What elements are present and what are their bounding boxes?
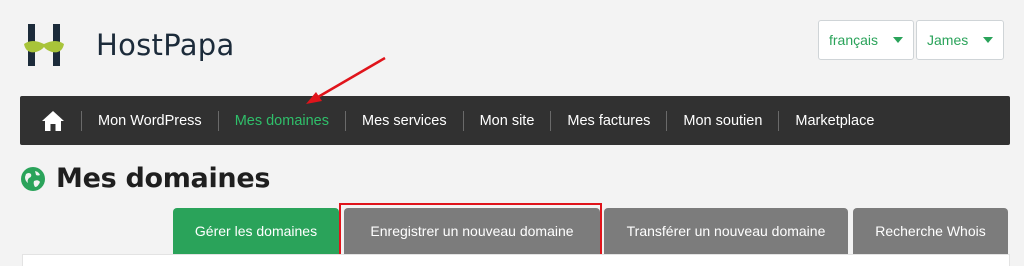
brand-name: HostPapa bbox=[96, 28, 235, 62]
tab-transfer-domain[interactable]: Transférer un nouveau domaine bbox=[604, 208, 848, 254]
chevron-down-icon bbox=[893, 37, 903, 43]
nav-item-mes-factures[interactable]: Mes factures bbox=[551, 113, 666, 129]
nav-item-mon-site[interactable]: Mon site bbox=[464, 113, 551, 129]
nav-item-marketplace[interactable]: Marketplace bbox=[779, 113, 890, 129]
chevron-down-icon bbox=[983, 37, 993, 43]
page-title: Mes domaines bbox=[20, 163, 270, 194]
tab-whois-search[interactable]: Recherche Whois bbox=[853, 208, 1008, 254]
page-heading: Mes domaines bbox=[56, 163, 271, 194]
home-icon[interactable] bbox=[40, 109, 66, 133]
tab-manage-domains[interactable]: Gérer les domaines bbox=[173, 208, 339, 254]
nav-item-mon-wordpress[interactable]: Mon WordPress bbox=[82, 113, 218, 129]
user-menu[interactable]: James bbox=[916, 20, 1004, 60]
nav-item-mon-soutien[interactable]: Mon soutien bbox=[667, 113, 778, 129]
hostpapa-logo[interactable]: HostPapa bbox=[22, 22, 235, 68]
user-name: James bbox=[927, 32, 969, 48]
tab-content-panel bbox=[22, 254, 1010, 266]
main-navbar: Mon WordPress Mes domaines Mes services … bbox=[20, 96, 1010, 145]
nav-item-mes-services[interactable]: Mes services bbox=[346, 113, 463, 129]
language-label: français bbox=[829, 32, 879, 48]
hostpapa-logo-icon bbox=[22, 22, 78, 68]
nav-item-mes-domaines[interactable]: Mes domaines bbox=[219, 113, 345, 129]
annotation-highlight-box bbox=[339, 203, 602, 259]
language-select[interactable]: français bbox=[818, 20, 914, 60]
globe-icon bbox=[20, 166, 46, 192]
